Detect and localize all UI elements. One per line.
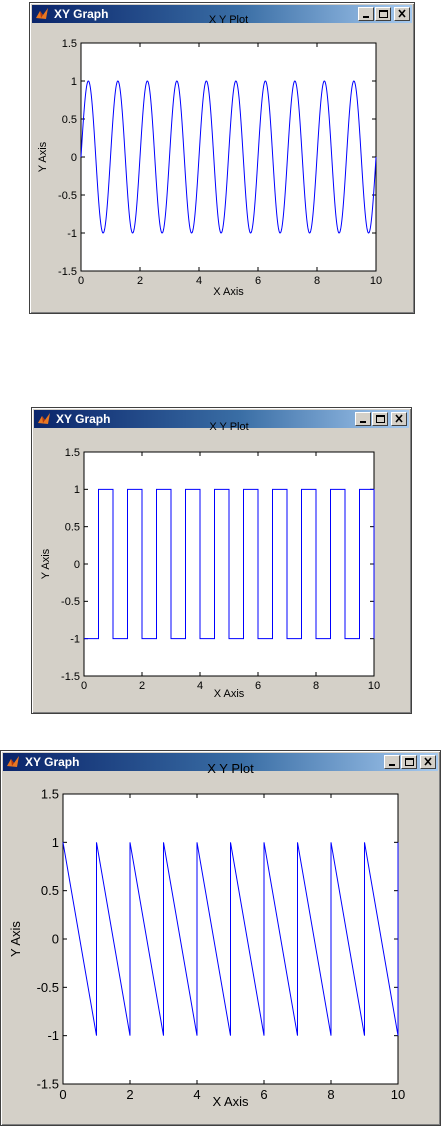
y-tick-label: 1.5	[62, 38, 77, 50]
xy-graph-window-square: XY Graph X Y Plot 0 2 4 6 8 10 -1.5 -1 -0.5 0 0.5 1 1…	[31, 407, 412, 714]
x-tick-label: 6	[255, 275, 261, 287]
y-tick-label: -1	[47, 1028, 59, 1043]
x-axis-label: X Axis	[212, 1094, 249, 1109]
y-tick-label: -1.5	[58, 266, 77, 278]
y-tick-label: -0.5	[58, 190, 77, 202]
y-tick-label: 1.5	[41, 787, 59, 802]
x-axis-label: X Axis	[213, 286, 244, 298]
y-tick-label: -1.5	[61, 671, 80, 683]
chart-area: X Y Plot 0 2 4 6 8 10 -1.5 -1 -0.5 0 0.5 1 1.5 X Axis Y…	[1, 751, 440, 1125]
y-tick-label: 0	[52, 932, 59, 947]
chart-area: X Y Plot 0 2 4 6 8 10 -1.5 -1 -0.5 0 0.5 1 1.5 X Axis Y…	[32, 408, 411, 713]
x-tick-label: 8	[313, 680, 319, 692]
x-tick-label: 8	[327, 1087, 334, 1102]
x-tick-label: 10	[368, 680, 380, 692]
y-tick-label: -0.5	[37, 980, 59, 995]
xy-graph-window-sine: XY Graph X Y Plot 0 2 4 6 8 10 -1.5 -1 -0.5 0 0.5 1 1…	[29, 2, 415, 314]
y-tick-label: 1	[74, 484, 80, 496]
y-axis-label: Y Axis	[37, 141, 49, 172]
x-tick-label: 0	[59, 1087, 66, 1102]
y-tick-label: 0	[71, 152, 77, 164]
x-tick-label: 2	[126, 1087, 133, 1102]
series-line	[84, 488, 375, 640]
y-tick-label: -0.5	[61, 596, 80, 608]
y-tick-label: 1.5	[65, 447, 80, 459]
y-axis-label: Y Axis	[40, 548, 52, 579]
y-tick-label: 0.5	[65, 522, 80, 534]
y-tick-label: -1.5	[37, 1077, 59, 1092]
y-tick-label: 0.5	[62, 114, 77, 126]
plot-title: X Y Plot	[209, 14, 248, 26]
x-axis-label: X Axis	[214, 688, 245, 700]
x-tick-label: 10	[391, 1087, 405, 1102]
chart-area: X Y Plot 0 2 4 6 8 10 -1.5 -1 -0.5 0 0.5 1 1.5 X Axis Y…	[30, 3, 414, 313]
y-tick-label: -1	[67, 228, 77, 240]
y-tick-label: -1	[70, 634, 80, 646]
y-tick-label: 0	[74, 559, 80, 571]
chart-svg: X Y Plot 0 2 4 6 8 10 -1.5 -1 -0.5 0 0.5 1 1.5 X Axis Y…	[8, 761, 405, 1109]
y-axis-label: Y Axis	[8, 921, 23, 957]
x-tick-label: 6	[260, 1087, 267, 1102]
x-tick-label: 4	[193, 1087, 200, 1102]
x-tick-label: 10	[370, 275, 382, 287]
x-tick-label: 2	[139, 680, 145, 692]
y-tick-label: 1	[52, 835, 59, 850]
x-tick-label: 0	[81, 680, 87, 692]
plot-title: X Y Plot	[209, 421, 248, 433]
x-tick-label: 0	[78, 275, 84, 287]
x-tick-label: 2	[137, 275, 143, 287]
chart-svg: X Y Plot 0 2 4 6 8 10 -1.5 -1 -0.5 0 0.5 1 1.5 X Axis Y…	[37, 14, 382, 298]
y-tick-label: 1	[71, 76, 77, 88]
y-tick-label: 0.5	[41, 883, 59, 898]
xy-graph-window-sawtooth: XY Graph X Y Plot 0 2 4 6 8 10 -1.5 -1 -0.5 0 0.5 1 1…	[0, 750, 441, 1126]
x-tick-label: 4	[197, 680, 203, 692]
x-tick-label: 8	[314, 275, 320, 287]
plot-title: X Y Plot	[207, 761, 254, 776]
x-tick-label: 6	[255, 680, 261, 692]
chart-svg: X Y Plot 0 2 4 6 8 10 -1.5 -1 -0.5 0 0.5 1 1.5 X Axis Y…	[40, 421, 380, 700]
x-tick-label: 4	[196, 275, 202, 287]
